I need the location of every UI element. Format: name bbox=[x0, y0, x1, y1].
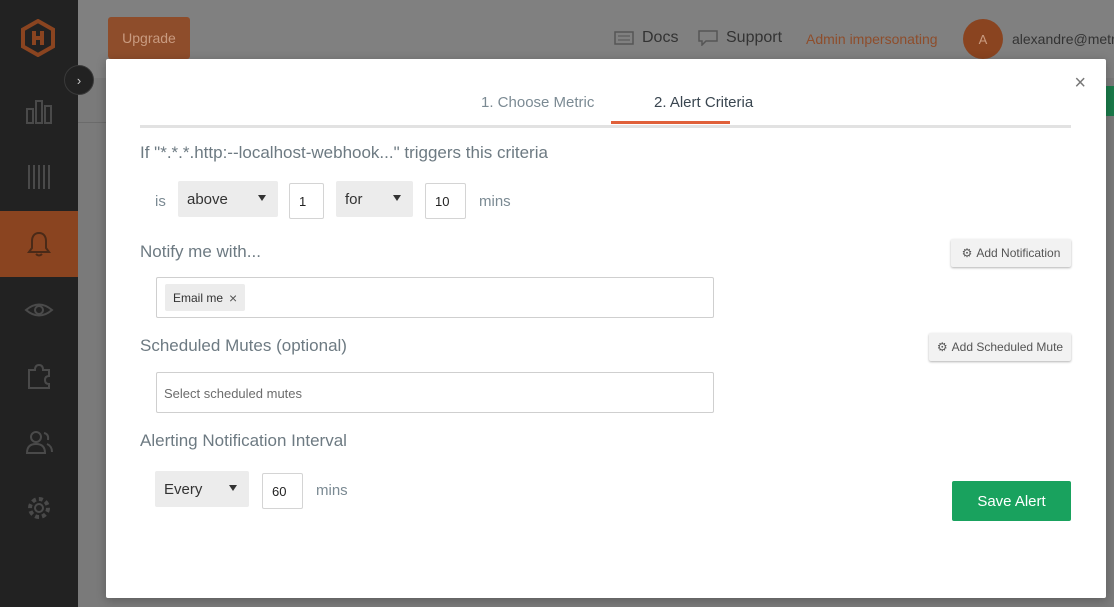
gear-icon: ⚙ bbox=[936, 340, 948, 354]
admin-impersonating-label: Admin impersonating bbox=[806, 31, 938, 47]
threshold-input[interactable] bbox=[289, 183, 324, 219]
mutes-title: Scheduled Mutes (optional) bbox=[140, 336, 347, 355]
frequency-select[interactable]: Every bbox=[155, 471, 249, 507]
add-notification-button[interactable]: ⚙ Add Notification bbox=[951, 239, 1071, 267]
add-scheduled-mute-button[interactable]: ⚙ Add Scheduled Mute bbox=[929, 333, 1071, 361]
for-select[interactable]: for bbox=[336, 181, 413, 217]
caret-down-icon bbox=[229, 485, 237, 491]
support-link[interactable]: Support bbox=[698, 29, 782, 47]
gear-icon bbox=[28, 497, 50, 519]
bar-chart-icon bbox=[26, 100, 52, 124]
chip-label: Email me bbox=[173, 290, 224, 305]
bell-icon bbox=[27, 231, 51, 257]
metrics-icon bbox=[28, 165, 50, 189]
docs-link[interactable]: Docs bbox=[614, 29, 678, 47]
alert-modal: × 1. Choose Metric 2. Alert Criteria If … bbox=[106, 59, 1106, 598]
user-email[interactable]: alexandre@metric bbox=[1012, 31, 1114, 47]
remove-chip-icon[interactable]: × bbox=[229, 290, 237, 306]
puzzle-icon bbox=[28, 363, 50, 389]
for-value: for bbox=[345, 190, 363, 208]
duration-input[interactable] bbox=[425, 183, 466, 219]
sidebar bbox=[0, 0, 78, 607]
close-icon[interactable]: × bbox=[1074, 73, 1086, 93]
sidebar-toggle-button[interactable]: › bbox=[64, 65, 94, 95]
interval-unit-label: mins bbox=[316, 482, 348, 499]
active-tab-indicator bbox=[611, 121, 730, 124]
scheduled-mutes-select[interactable]: Select scheduled mutes bbox=[156, 372, 714, 413]
sidebar-item-settings[interactable] bbox=[0, 475, 78, 541]
avatar[interactable]: A bbox=[963, 19, 1003, 59]
eye-icon bbox=[24, 303, 54, 317]
background-divider bbox=[78, 122, 108, 123]
sidebar-item-views[interactable] bbox=[0, 277, 78, 343]
mutes-placeholder: Select scheduled mutes bbox=[164, 386, 303, 401]
comparison-select[interactable]: above bbox=[178, 181, 278, 217]
wizard-tabs: 1. Choose Metric 2. Alert Criteria bbox=[140, 59, 1071, 128]
sidebar-item-alerts[interactable] bbox=[0, 211, 78, 277]
caret-down-icon bbox=[258, 195, 266, 201]
interval-title: Alerting Notification Interval bbox=[140, 431, 347, 450]
sidebar-item-users[interactable] bbox=[0, 409, 78, 475]
frequency-value: Every bbox=[164, 480, 203, 498]
notify-title: Notify me with... bbox=[140, 242, 261, 261]
add-scheduled-mute-label: Add Scheduled Mute bbox=[951, 340, 1064, 354]
chevron-right-icon: › bbox=[76, 72, 82, 88]
tab-alert-criteria[interactable]: 2. Alert Criteria bbox=[654, 94, 753, 122]
logo-icon bbox=[21, 19, 55, 57]
duration-unit-label: mins bbox=[479, 193, 511, 210]
upgrade-button[interactable]: Upgrade bbox=[108, 17, 190, 59]
sidebar-item-integrations[interactable] bbox=[0, 343, 78, 409]
caret-down-icon bbox=[393, 195, 401, 201]
docs-label: Docs bbox=[642, 29, 679, 46]
notification-chip: Email me × bbox=[165, 284, 246, 311]
docs-icon bbox=[614, 31, 634, 45]
interval-input[interactable] bbox=[262, 473, 303, 509]
save-alert-button[interactable]: Save Alert bbox=[952, 481, 1071, 521]
support-label: Support bbox=[726, 29, 783, 46]
chat-icon bbox=[698, 30, 718, 46]
users-icon bbox=[25, 431, 53, 454]
tab-choose-metric[interactable]: 1. Choose Metric bbox=[481, 94, 594, 122]
criteria-title: If "*.*.*.http:--localhost-webhook..." t… bbox=[140, 143, 548, 162]
is-label: is bbox=[155, 193, 166, 210]
sidebar-item-metrics[interactable] bbox=[0, 144, 78, 210]
add-notification-label: Add Notification bbox=[976, 246, 1061, 260]
comparison-value: above bbox=[187, 190, 228, 208]
gear-icon: ⚙ bbox=[961, 246, 973, 260]
notification-select[interactable]: Email me × bbox=[156, 277, 714, 318]
